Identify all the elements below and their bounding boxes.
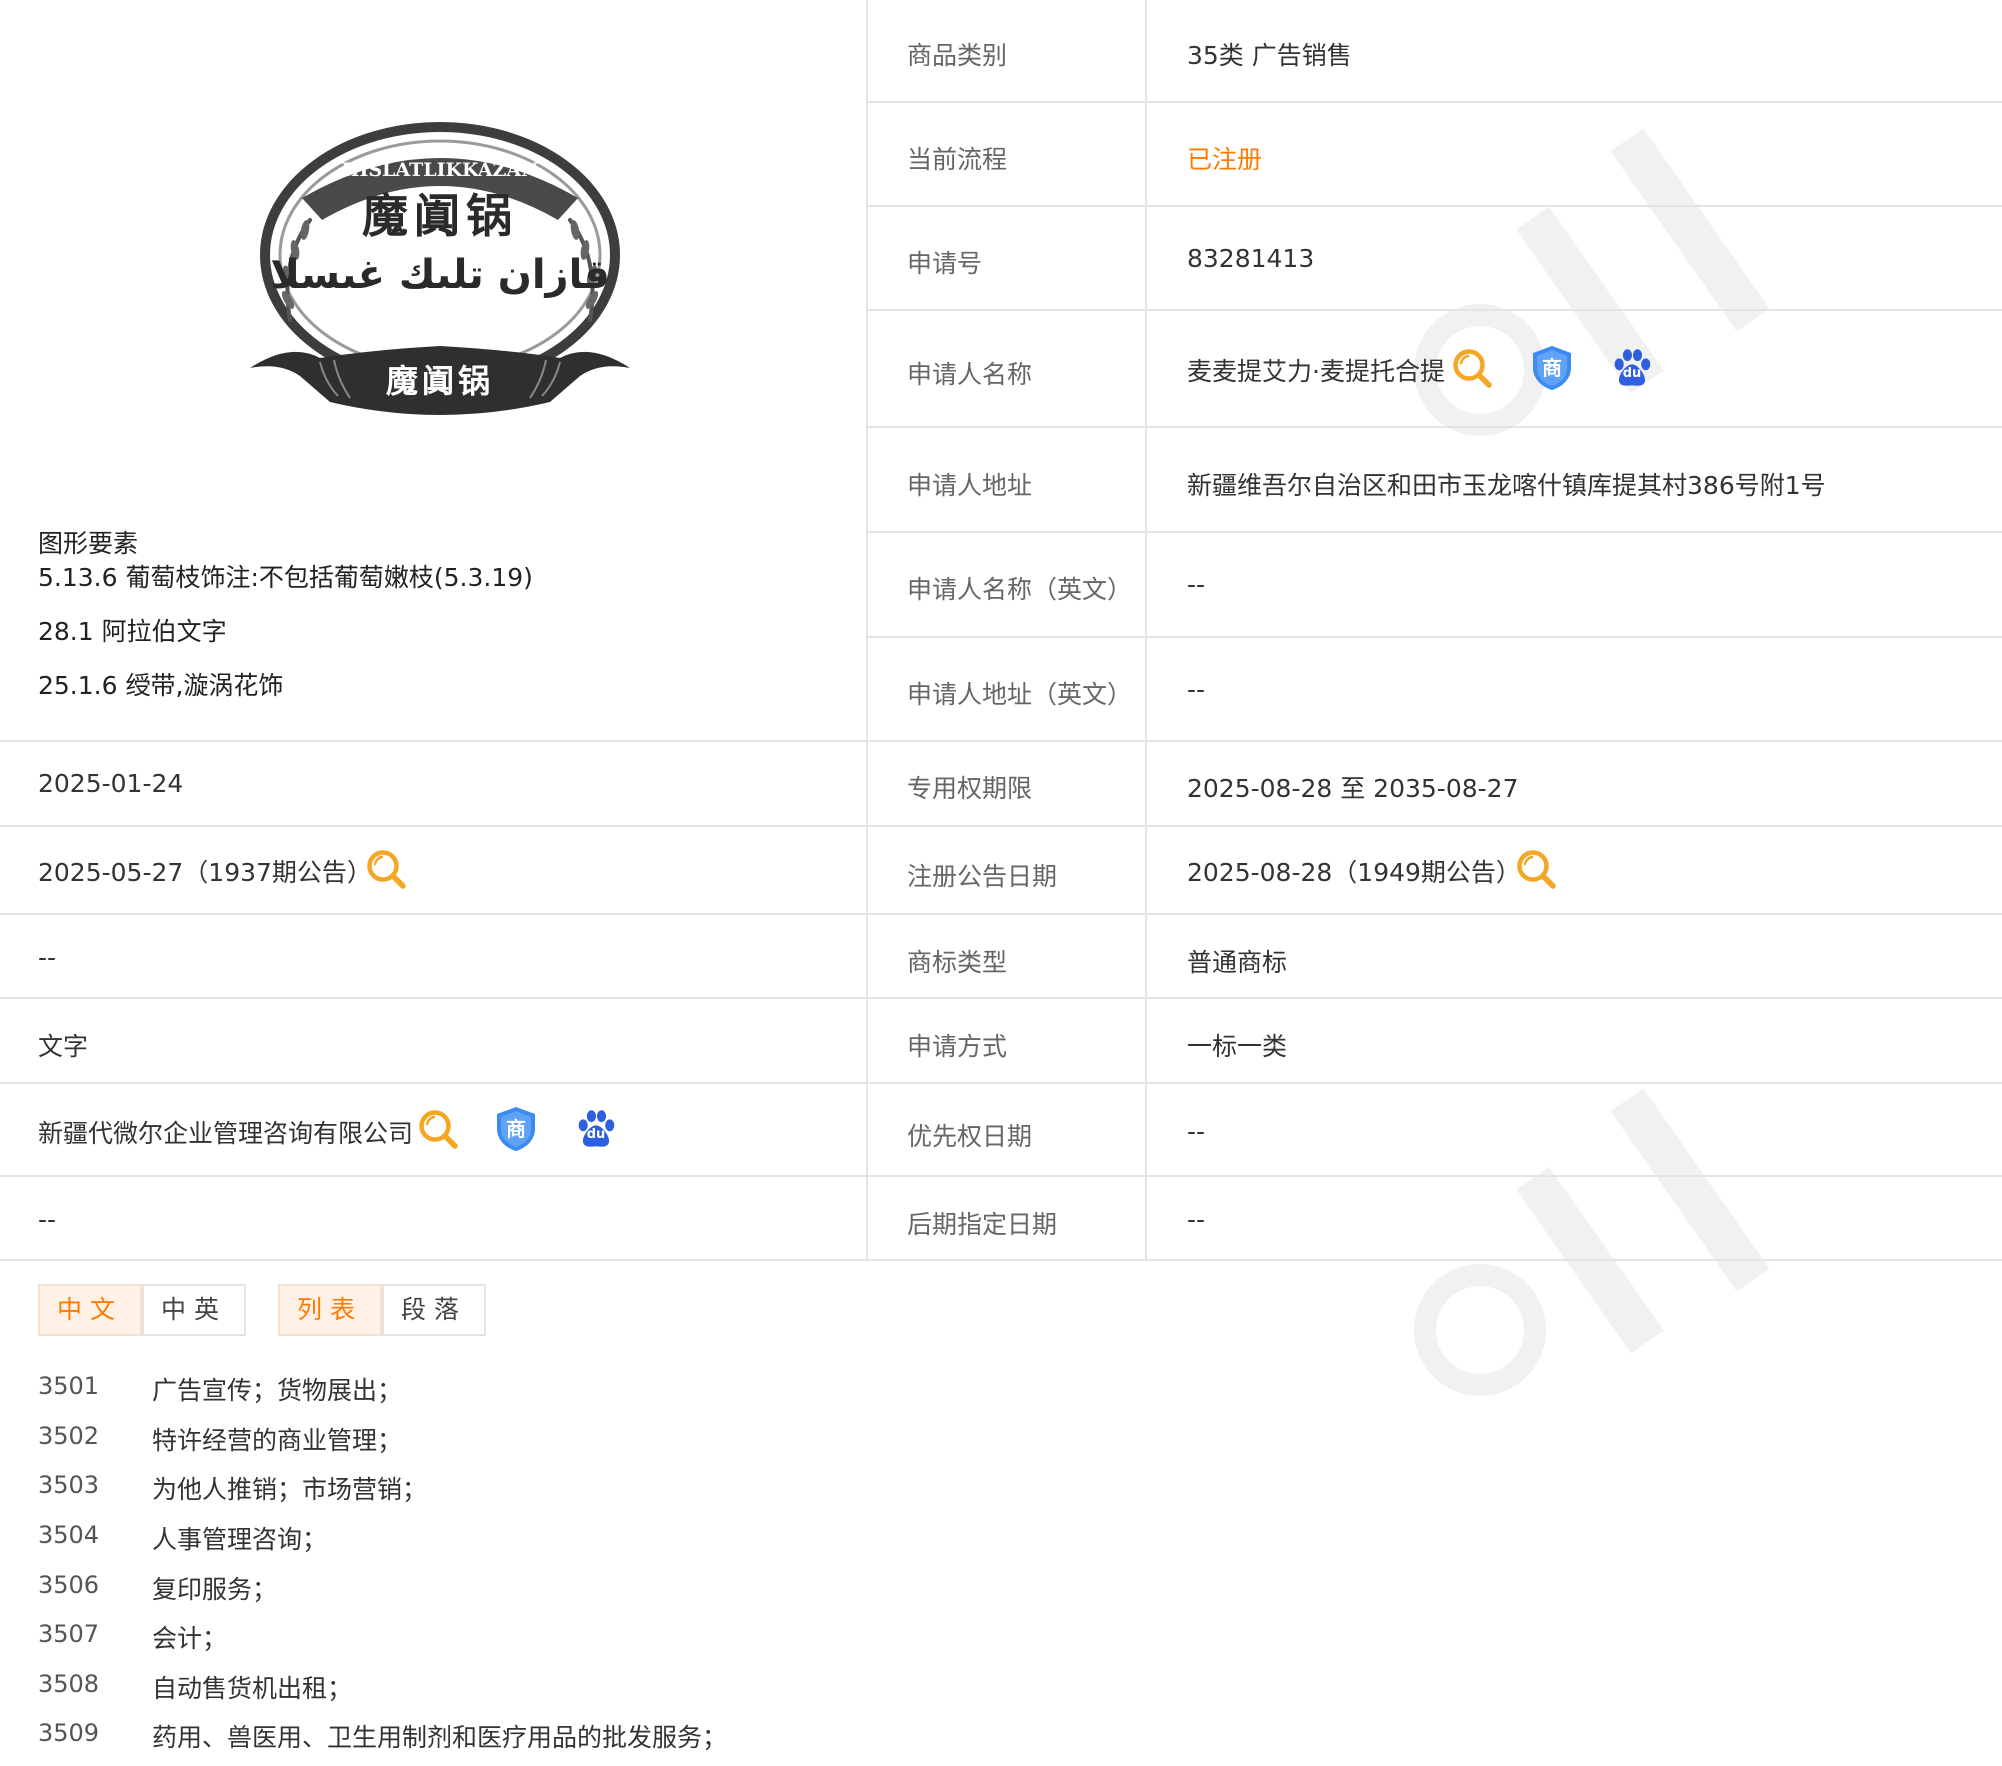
applicant-name-value[interactable]: 麦麦提艾力·麦提托合提 [1187, 352, 1445, 388]
trademark-type-label: 商标类型 [907, 948, 1008, 977]
application-date-value: 2025-01-24 [38, 769, 184, 798]
row-divider [868, 636, 2002, 638]
agent-name-value[interactable]: 新疆代微尔企业管理咨询有限公司 [38, 1114, 413, 1150]
exclusive-term-label: 专用权期限 [907, 774, 1033, 803]
row-divider [868, 101, 2002, 103]
service-name: 人事管理咨询； [152, 1525, 328, 1554]
service-name: 广告宣传；货物展出； [152, 1376, 403, 1405]
watermark [1390, 1040, 1870, 1406]
priority-date-value: -- [1187, 1117, 1206, 1146]
service-name: 特许经营的商业管理； [152, 1426, 403, 1455]
service-name: 自动售货机出租； [152, 1674, 353, 1703]
registration-pub-value: 2025-08-28（1949期公告） [1187, 858, 1521, 887]
trademark-type-value: 普通商标 [1187, 948, 1288, 977]
baidu-paw-glyph: du [586, 1127, 606, 1142]
applicant-address-en-label: 申请人地址（英文） [907, 680, 1133, 709]
baidu-paw-icon[interactable]: du [1610, 346, 1654, 390]
row-divider [0, 740, 2002, 742]
trademark-shield-glyph: 商 [1542, 356, 1562, 380]
figure-element-item: 28.1 阿拉伯文字 [38, 617, 227, 646]
search-icon[interactable] [364, 847, 408, 891]
figure-element-item: 5.13.6 葡萄枝饰注:不包括葡萄嫩枝(5.3.19) [38, 563, 533, 592]
exclusive-term-value: 2025-08-28 至 2035-08-27 [1187, 774, 1519, 803]
tab-list-view[interactable]: 列表 [278, 1284, 382, 1336]
logo-chinese-text: 魔阗锅 [362, 189, 518, 243]
figure-elements-title: 图形要素 [38, 529, 139, 558]
service-name: 为他人推销；市场营销； [152, 1475, 428, 1504]
service-code: 3507 [38, 1620, 100, 1648]
row-divider [0, 1082, 2002, 1084]
applicant-address-label: 申请人地址 [907, 471, 1033, 500]
row-divider [0, 825, 2002, 827]
registration-pub-label: 注册公告日期 [907, 862, 1058, 891]
trademark-shield-glyph: 商 [506, 1117, 526, 1141]
row-divider [868, 309, 2002, 311]
row-divider [868, 426, 2002, 428]
row-divider [868, 531, 2002, 533]
column-divider [1145, 0, 1147, 1260]
tab-chinese[interactable]: 中文 [38, 1284, 142, 1336]
application-number-value: 83281413 [1187, 244, 1315, 273]
category-value: 35类 广告销售 [1187, 41, 1352, 70]
service-code: 3501 [38, 1372, 100, 1400]
applicant-name-label: 申请人名称 [907, 360, 1033, 389]
service-code: 3509 [38, 1719, 100, 1747]
logo-banner-text: HISLATLIKKAZAN [342, 159, 539, 181]
baidu-paw-glyph: du [1622, 366, 1642, 381]
service-code: 3502 [38, 1422, 100, 1450]
process-label: 当前流程 [907, 145, 1008, 174]
row-divider [0, 1259, 2002, 1261]
service-name: 复印服务； [152, 1575, 278, 1604]
watermark [1390, 80, 1870, 446]
row-divider [0, 997, 2002, 999]
service-name: 会计； [152, 1624, 228, 1653]
logo-ribbon-text: 魔阗锅 [386, 362, 494, 400]
left-row-value: -- [38, 1205, 57, 1234]
row-divider [0, 1175, 2002, 1177]
tab-chinese-english[interactable]: 中英 [142, 1284, 246, 1336]
later-designation-label: 后期指定日期 [907, 1210, 1058, 1239]
priority-date-label: 优先权日期 [907, 1122, 1033, 1151]
row-divider [0, 913, 2002, 915]
application-number-label: 申请号 [907, 249, 983, 278]
left-row-value: -- [38, 943, 57, 972]
baidu-paw-icon[interactable]: du [574, 1107, 618, 1151]
process-status-value: 已注册 [1187, 145, 1263, 174]
applicant-name-en-value: -- [1187, 570, 1206, 599]
figure-element-item: 25.1.6 绶带,漩涡花饰 [38, 671, 284, 700]
service-code: 3508 [38, 1670, 100, 1698]
service-code: 3503 [38, 1471, 100, 1499]
search-icon[interactable] [1450, 346, 1494, 390]
search-icon[interactable] [416, 1107, 460, 1151]
tab-paragraph-view[interactable]: 段落 [382, 1284, 486, 1336]
service-code: 3506 [38, 1571, 100, 1599]
trademark-shield-icon[interactable]: 商 [494, 1105, 538, 1153]
applicant-address-en-value: -- [1187, 675, 1206, 704]
column-divider [866, 0, 868, 1260]
applicant-address-value: 新疆维吾尔自治区和田市玉龙喀什镇库提其村386号附1号 [1187, 471, 1826, 500]
category-label: 商品类别 [907, 41, 1008, 70]
trademark-logo: HISLATLIKKAZAN 魔阗锅 قازان تلىك غىسلا 魔阗锅 [250, 110, 630, 420]
logo-arabic-text: قازان تلىك غىسلا [270, 252, 610, 298]
later-designation-value: -- [1187, 1205, 1206, 1234]
application-method-label: 申请方式 [907, 1032, 1008, 1061]
search-icon[interactable] [1514, 847, 1558, 891]
preliminary-pub-value: 2025-05-27（1937期公告） [38, 858, 372, 887]
row-divider [868, 205, 2002, 207]
application-method-value: 一标一类 [1187, 1032, 1288, 1061]
service-name: 药用、兽医用、卫生用制剂和医疗用品的批发服务； [152, 1723, 728, 1752]
applicant-name-en-label: 申请人名称（英文） [907, 575, 1133, 604]
trademark-form-value: 文字 [38, 1032, 89, 1061]
service-code: 3504 [38, 1521, 100, 1549]
trademark-shield-icon[interactable]: 商 [1530, 344, 1574, 392]
